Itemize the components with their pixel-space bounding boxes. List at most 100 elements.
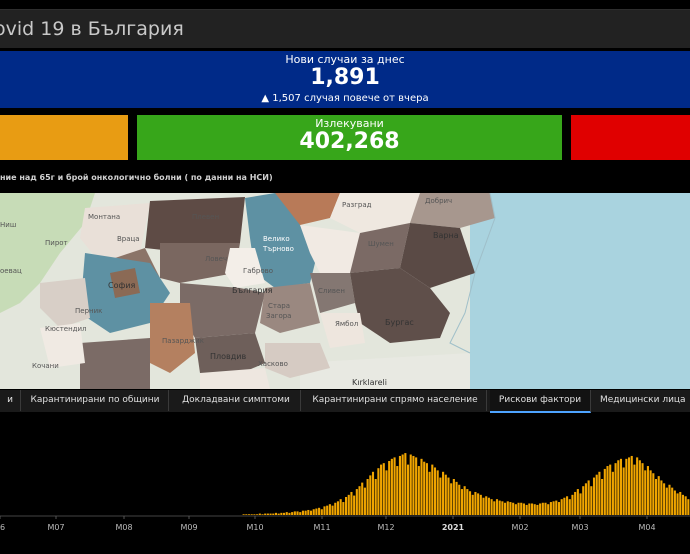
chart-bar — [404, 453, 407, 515]
chart-bar — [563, 497, 566, 515]
chart-bar — [466, 489, 469, 515]
x-tick-label: M04 — [638, 523, 655, 532]
chart-bar — [625, 458, 628, 515]
chart-bar — [336, 501, 340, 515]
x-tick-label: M02 — [511, 523, 528, 532]
chart-bar — [345, 497, 348, 515]
tab-medical-staff[interactable]: Медицински лица — [594, 390, 690, 411]
chart-bar — [283, 512, 286, 515]
chart-bar — [293, 511, 296, 515]
chart-bar — [555, 500, 558, 515]
tab-quarantined-vs-population[interactable]: Карантинирани спрямо население — [304, 390, 487, 411]
chart-bar — [398, 455, 402, 515]
new-cases-value: 1,891 — [310, 65, 380, 90]
bar-group — [242, 453, 690, 515]
map-label: България — [232, 286, 273, 295]
chart-canvas[interactable]: 6 M07 M08 M09 M10 M11 M12 2021 M02 M03 M04 — [0, 418, 690, 550]
chart-bar — [571, 494, 574, 515]
map-label: Шумен — [368, 240, 394, 248]
recovered-tile: Излекувани 402,268 — [137, 115, 562, 160]
chart-bar — [601, 479, 604, 515]
chart-bar — [264, 513, 267, 515]
chart-bar — [654, 479, 658, 515]
chart-bar — [549, 502, 552, 515]
chart-bar — [261, 514, 264, 515]
chart-bar — [512, 502, 515, 515]
chart-bar — [514, 504, 517, 515]
chart-bar — [679, 491, 682, 515]
chart-bar — [528, 503, 531, 515]
map-label: Пазарджик — [162, 337, 204, 345]
chart-bar — [242, 514, 245, 515]
map-label: Разград — [342, 201, 372, 209]
chart-bar — [374, 479, 377, 515]
chart-bar — [331, 505, 334, 515]
chart-bar — [530, 503, 534, 515]
x-tick-group: 6 M07 M08 M09 M10 M11 M12 2021 M02 M03 M04 — [0, 516, 656, 532]
chart-bar — [326, 505, 329, 515]
chart-bar — [425, 463, 428, 515]
tab-cases[interactable]: и — [0, 390, 21, 411]
daily-cases-chart[interactable]: 6 M07 M08 M09 M10 M11 M12 2021 M02 M03 M04 — [0, 418, 690, 550]
chart-bar — [296, 511, 299, 515]
x-tick-label: M09 — [180, 523, 197, 532]
map-label: София — [108, 281, 136, 290]
region-blagoevgrad[interactable] — [80, 338, 150, 389]
chart-bar — [617, 460, 620, 515]
x-tick-label: 2021 — [442, 523, 465, 532]
chart-bar — [485, 496, 488, 515]
chart-bar — [452, 479, 455, 515]
chart-bar — [382, 463, 385, 515]
chart-bar — [380, 464, 383, 515]
chart-bar — [504, 502, 507, 515]
map-label: Пирот — [45, 239, 68, 247]
chart-bar — [444, 474, 447, 515]
chart-bar — [603, 468, 606, 515]
chart-bar — [474, 491, 477, 515]
chart-bar — [304, 510, 307, 515]
chart-bar — [280, 512, 283, 515]
chart-bar — [611, 471, 614, 515]
map-canvas[interactable]: Монтана Плевен Разград Добрич Ниш Враца … — [0, 193, 690, 389]
chart-bar — [638, 460, 641, 515]
chart-bar — [361, 482, 364, 515]
chart-bar — [687, 499, 690, 515]
map-label: Монтана — [88, 213, 120, 221]
chart-bar — [353, 495, 356, 515]
chart-bar — [409, 454, 412, 515]
chart-bar — [266, 513, 269, 515]
map-label: Търново — [262, 245, 294, 253]
chart-bar — [406, 464, 410, 515]
chart-bar — [436, 470, 439, 515]
chart-bar — [388, 461, 391, 515]
tab-risk-factors[interactable]: Рискови фактори — [490, 390, 591, 413]
map-label: Хасково — [258, 360, 288, 368]
chart-bar — [506, 501, 509, 515]
chart-bar — [676, 493, 679, 515]
chart-bar — [490, 499, 493, 515]
tab-quarantined-by-municipality[interactable]: Карантинирани по общини — [22, 390, 169, 411]
x-tick-label: M08 — [115, 523, 132, 532]
chart-bar — [285, 512, 288, 515]
chart-bar — [582, 486, 585, 515]
chart-bar — [468, 491, 472, 515]
chart-bar — [544, 502, 547, 515]
map-label: Варна — [433, 231, 459, 240]
chart-bar — [522, 503, 525, 515]
chart-bar — [541, 502, 544, 515]
map-label: Пловдив — [210, 352, 246, 361]
chart-bar — [536, 504, 539, 515]
chart-bar — [560, 499, 563, 515]
chart-bar — [644, 470, 647, 515]
chart-bar — [684, 496, 687, 515]
chart-bar — [498, 500, 501, 515]
tab-reported-symptoms[interactable]: Докладвани симптоми — [172, 390, 301, 411]
chart-bar — [606, 466, 609, 515]
chart-bar — [269, 513, 272, 515]
chart-bar — [495, 499, 499, 515]
chart-bar — [487, 497, 490, 515]
chart-bar — [493, 501, 496, 515]
chart-bar — [358, 486, 361, 515]
chart-bar — [253, 514, 256, 515]
risk-factors-map[interactable]: Монтана Плевен Разград Добрич Ниш Враца … — [0, 193, 690, 389]
